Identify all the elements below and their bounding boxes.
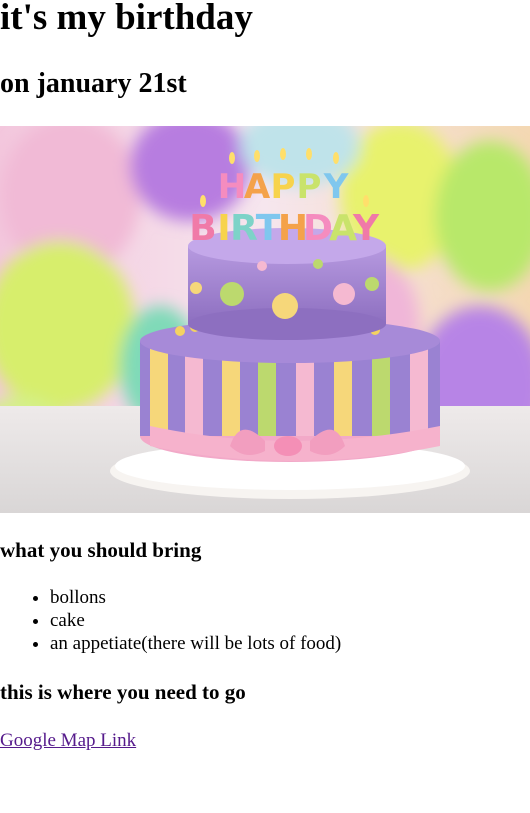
location-heading: this is where you need to go xyxy=(0,680,246,704)
list-item: bollons xyxy=(50,586,341,609)
candle-letter: P xyxy=(297,167,322,207)
page-title: it's my birthday xyxy=(0,0,253,38)
bring-heading: what you should bring xyxy=(0,538,202,562)
candle-letter: Y xyxy=(323,167,349,207)
bring-list: bollons cake an appetiate(there will be … xyxy=(0,586,341,655)
candle-letter: P xyxy=(271,167,296,207)
birthday-cake-image: H A P P Y B I R T H D A Y xyxy=(0,126,530,513)
candle-letter: A xyxy=(244,167,271,207)
candle-letter: R xyxy=(230,208,258,249)
google-map-link[interactable]: Google Map Link xyxy=(0,729,136,753)
candle-letter: H xyxy=(218,167,246,207)
candle-letter: Y xyxy=(352,208,380,249)
list-item: cake xyxy=(50,609,341,632)
candle-letter: B xyxy=(189,208,216,249)
candle-letter: I xyxy=(217,208,230,249)
list-item: an appetiate(there will be lots of food) xyxy=(50,632,341,655)
party-date: on january 21st xyxy=(0,68,187,99)
